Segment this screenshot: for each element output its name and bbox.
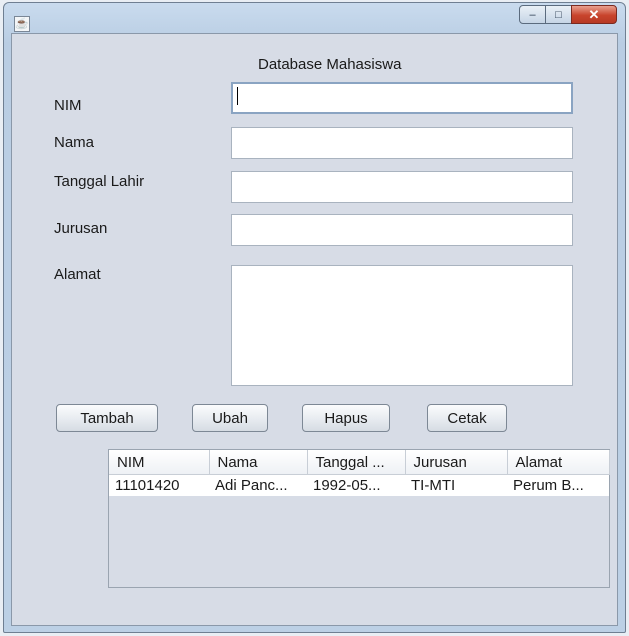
minimize-button[interactable]: –	[519, 5, 546, 24]
text-caret	[237, 87, 238, 105]
window-controls: – □ ✕	[519, 5, 617, 25]
table-cell-jurusan: TI-MTI	[405, 474, 507, 496]
column-header-nama[interactable]: Nama	[209, 450, 308, 475]
tambah-button[interactable]: Tambah	[56, 404, 158, 432]
table-header-row: NIM Nama Tanggal ... Jurusan Alamat	[109, 450, 610, 475]
nim-field[interactable]	[231, 82, 573, 114]
column-header-jurusan[interactable]: Jurusan	[405, 450, 508, 475]
nama-label: Nama	[54, 134, 95, 151]
nama-field[interactable]	[231, 127, 573, 159]
cetak-button[interactable]: Cetak	[427, 404, 507, 432]
app-window: ☕ – □ ✕ Database Mahasiswa NIM Nama Tang…	[3, 2, 626, 633]
tanggal-lahir-label: Tanggal Lahir	[54, 173, 145, 190]
nim-label: NIM	[54, 97, 82, 114]
column-header-nim[interactable]: NIM	[109, 450, 210, 475]
column-header-alamat[interactable]: Alamat	[507, 450, 610, 475]
ubah-button[interactable]: Ubah	[192, 404, 268, 432]
page-title: Database Mahasiswa	[258, 56, 402, 73]
table-row[interactable]: 11101420 Adi Panc... 1992-05... TI-MTI P…	[109, 474, 609, 496]
maximize-button[interactable]: □	[545, 5, 572, 24]
java-cup-icon: ☕	[14, 16, 30, 32]
jurusan-field[interactable]	[231, 214, 573, 246]
column-header-tanggal-lahir[interactable]: Tanggal ...	[307, 450, 406, 475]
hapus-button[interactable]: Hapus	[302, 404, 390, 432]
alamat-label: Alamat	[54, 266, 101, 283]
table-cell-tanggal-lahir: 1992-05...	[307, 474, 405, 496]
form-panel: Database Mahasiswa NIM Nama Tanggal Lahi…	[11, 33, 618, 626]
student-table[interactable]: NIM Nama Tanggal ... Jurusan Alamat 1110…	[108, 449, 610, 588]
alamat-textarea[interactable]	[231, 265, 573, 386]
close-button[interactable]: ✕	[571, 5, 617, 24]
table-cell-nim: 11101420	[109, 474, 209, 496]
tanggal-lahir-field[interactable]	[231, 171, 573, 203]
table-cell-alamat: Perum B...	[507, 474, 609, 496]
table-cell-nama: Adi Panc...	[209, 474, 307, 496]
jurusan-label: Jurusan	[54, 220, 108, 237]
